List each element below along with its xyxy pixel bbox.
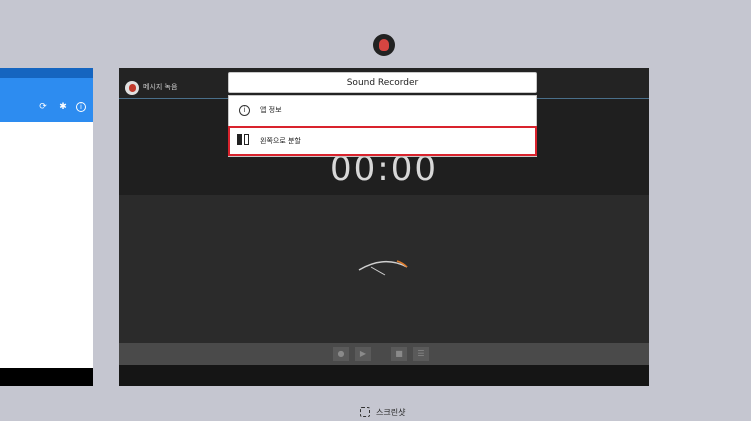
nav-bar xyxy=(119,365,649,386)
list-button[interactable]: ☰ xyxy=(413,347,429,361)
info-icon: i xyxy=(239,105,250,116)
menu-title: Sound Recorder xyxy=(228,72,537,93)
level-meter-area xyxy=(119,195,649,343)
gear-icon[interactable]: ✱ xyxy=(58,102,68,112)
menu-item-app-info[interactable]: i 앱 정보 xyxy=(229,96,536,125)
menu-item-label: 앱 정보 xyxy=(260,106,282,114)
microphone-icon xyxy=(128,84,136,92)
menu-item-label: 왼쪽으로 분할 xyxy=(260,137,301,145)
info-icon[interactable]: i xyxy=(76,102,86,112)
app-context-menu: i 앱 정보 왼쪽으로 분할 xyxy=(228,95,537,157)
microphone-icon xyxy=(379,39,389,51)
status-strip xyxy=(0,68,93,78)
nav-bar xyxy=(0,368,93,386)
app-toolbar: ⟳ ✱ i xyxy=(0,78,93,122)
app-icon xyxy=(125,81,139,95)
play-button[interactable]: ▶ xyxy=(355,347,371,361)
menu-item-split-left[interactable]: 왼쪽으로 분할 xyxy=(228,126,537,156)
split-left-icon xyxy=(237,134,249,145)
screenshot-button[interactable]: 스크린샷 xyxy=(360,405,405,419)
card-app-title: 메시지 녹음 xyxy=(143,83,178,91)
vu-meter-needle-icon xyxy=(358,260,408,276)
playback-controls: ● ▶ ■ ☰ xyxy=(119,343,649,365)
recent-app-card-left[interactable]: ⟳ ✱ i xyxy=(0,68,93,386)
stop-button[interactable]: ■ xyxy=(391,347,407,361)
sync-icon[interactable]: ⟳ xyxy=(38,102,48,112)
screenshot-label: 스크린샷 xyxy=(376,407,406,417)
screenshot-icon xyxy=(360,407,370,417)
record-button[interactable]: ● xyxy=(333,347,349,361)
sound-recorder-app-icon[interactable] xyxy=(373,34,395,56)
